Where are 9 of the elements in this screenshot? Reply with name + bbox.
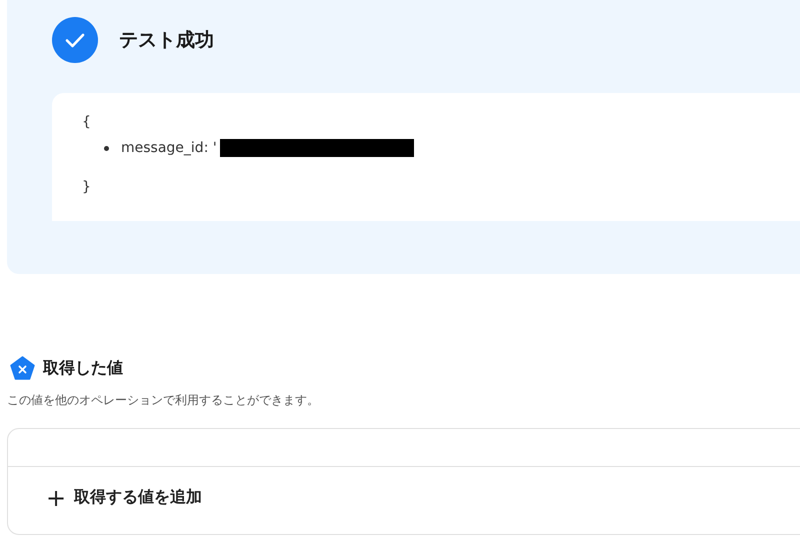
open-brace: { [82, 113, 91, 131]
result-title: テスト成功 [119, 28, 214, 53]
add-value-button[interactable]: + 取得する値を追加 [42, 485, 206, 510]
section-description: この値を他のオペレーションで利用することができます。 [7, 392, 320, 409]
output-field: message_id: ' [121, 139, 217, 157]
section-title: 取得した値 [43, 358, 123, 378]
close-brace: } [82, 178, 91, 196]
pentagon-x-icon [10, 356, 35, 380]
bullet-icon [104, 146, 109, 150]
